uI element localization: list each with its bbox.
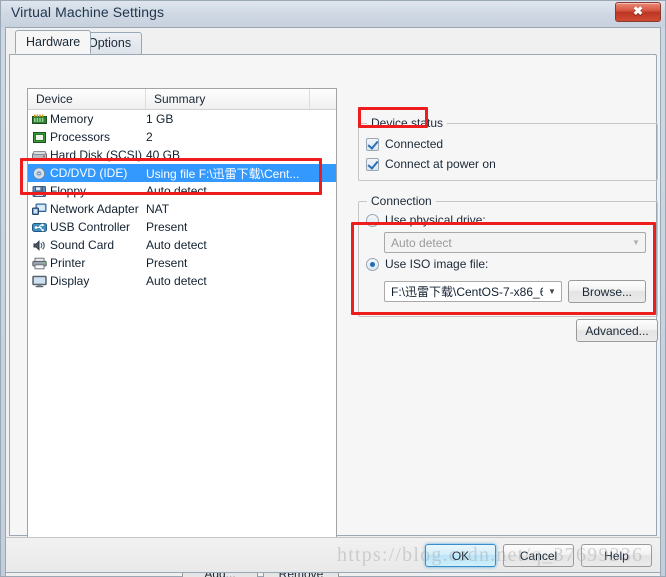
device-row-floppy[interactable]: Floppy Auto detect <box>28 182 336 200</box>
connected-label: Connected <box>385 137 444 151</box>
device-row-printer[interactable]: Printer Present <box>28 254 336 272</box>
floppy-icon <box>28 185 50 198</box>
tab-strip: Hardware Options <box>6 28 660 54</box>
physical-drive-value: Auto detect <box>391 235 452 250</box>
use-iso-image-file-radio[interactable]: Use ISO image file: <box>366 257 488 271</box>
close-button[interactable]: ✖ <box>615 2 661 22</box>
device-name: Printer <box>50 256 86 270</box>
network-adapter-icon <box>28 203 50 216</box>
display-icon <box>28 275 50 288</box>
device-summary: 40 GB <box>146 148 181 162</box>
physical-drive-dropdown[interactable]: Auto detect ▼ <box>384 232 646 253</box>
device-row-hard-disk-scsi[interactable]: Hard Disk (SCSI) 40 GB <box>28 146 336 164</box>
device-summary: Auto detect <box>146 274 207 288</box>
column-header-extra[interactable] <box>310 89 336 109</box>
device-list[interactable]: Device Summary Memory 1 GB Processors 2 Hard… <box>27 88 337 551</box>
device-name: Processors <box>50 130 111 144</box>
printer-icon <box>28 257 50 270</box>
hardware-tab-page: Device Summary Memory 1 GB Processors 2 Hard… <box>9 54 658 577</box>
column-header-device[interactable]: Device <box>28 89 146 109</box>
iso-path-value: F:\迅雷下载\CentOS-7-x86_64 <box>391 285 543 299</box>
device-row-memory[interactable]: Memory 1 GB <box>28 110 336 128</box>
device-row-usb-controller[interactable]: USB Controller Present <box>28 218 336 236</box>
processors-icon <box>28 131 50 144</box>
device-name: Sound Card <box>50 238 115 252</box>
title-bar: Virtual Machine Settings ✖ <box>1 1 665 27</box>
device-status-legend: Device status <box>367 116 448 130</box>
column-header-summary[interactable]: Summary <box>146 89 310 109</box>
hard-disk-icon <box>28 149 50 162</box>
usb-controller-icon <box>28 221 50 234</box>
checkbox-icon <box>366 157 379 171</box>
radio-icon <box>366 213 379 227</box>
connection-legend: Connection <box>367 194 436 208</box>
ok-button[interactable]: OK <box>425 544 496 567</box>
browse-button[interactable]: Browse... <box>568 280 646 303</box>
device-list-rows: Memory 1 GB Processors 2 Hard Disk (SCSI) 40 … <box>28 110 336 290</box>
use-physical-drive-label: Use physical drive: <box>385 213 486 227</box>
device-status-group: Device status <box>358 116 658 181</box>
device-row-cd-dvd-ide[interactable]: CD/DVD (IDE) Using file F:\迅雷下载\Cent... <box>28 164 336 182</box>
device-summary: 1 GB <box>146 112 174 126</box>
device-summary: Auto detect <box>146 238 207 252</box>
tab-hardware[interactable]: Hardware <box>15 30 92 54</box>
use-physical-drive-radio[interactable]: Use physical drive: <box>366 213 486 227</box>
device-summary: 2 <box>146 130 153 144</box>
cd-dvd-icon <box>28 166 50 180</box>
device-name: CD/DVD (IDE) <box>50 166 128 180</box>
device-name: USB Controller <box>50 220 131 234</box>
close-icon: ✖ <box>632 4 644 18</box>
radio-icon <box>366 257 379 271</box>
device-summary: Auto detect <box>146 184 207 198</box>
help-button[interactable]: Help <box>581 544 652 567</box>
device-summary: Present <box>146 220 188 234</box>
connect-at-power-on-label: Connect at power on <box>385 157 496 171</box>
iso-path-dropdown[interactable]: F:\迅雷下载\CentOS-7-x86_64 ▼ <box>384 281 562 302</box>
cancel-button[interactable]: Cancel <box>503 544 574 567</box>
dialog-client-area: Hardware Options Device Summary Memory 1 … <box>5 27 661 577</box>
device-summary: Present <box>146 256 188 270</box>
advanced-button[interactable]: Advanced... <box>576 319 658 342</box>
checkbox-icon <box>366 137 379 151</box>
device-name: Floppy <box>50 184 87 198</box>
device-row-display[interactable]: Display Auto detect <box>28 272 336 290</box>
connect-at-power-on-checkbox[interactable]: Connect at power on <box>366 157 496 171</box>
connected-checkbox[interactable]: Connected <box>366 137 443 151</box>
device-row-processors[interactable]: Processors 2 <box>28 128 336 146</box>
device-name: Memory <box>50 112 94 126</box>
window-title: Virtual Machine Settings <box>11 4 165 20</box>
device-row-sound-card[interactable]: Sound Card Auto detect <box>28 236 336 254</box>
device-name: Network Adapter <box>50 202 139 216</box>
device-list-header: Device Summary <box>28 89 336 110</box>
device-name: Hard Disk (SCSI) <box>50 148 143 162</box>
device-name: Display <box>50 274 90 288</box>
device-summary: Using file F:\迅雷下载\Cent... <box>146 166 300 181</box>
use-iso-image-file-label: Use ISO image file: <box>385 257 489 271</box>
dialog-button-bar: OK Cancel Help <box>5 537 661 573</box>
virtual-machine-settings-window: Virtual Machine Settings ✖ Hardware Opti… <box>0 0 666 577</box>
chevron-down-icon: ▼ <box>632 238 640 247</box>
chevron-down-icon: ▼ <box>548 287 556 296</box>
sound-card-icon <box>28 239 50 252</box>
device-row-network-adapter[interactable]: Network Adapter NAT <box>28 200 336 218</box>
memory-icon <box>28 113 50 126</box>
device-summary: NAT <box>146 202 170 216</box>
